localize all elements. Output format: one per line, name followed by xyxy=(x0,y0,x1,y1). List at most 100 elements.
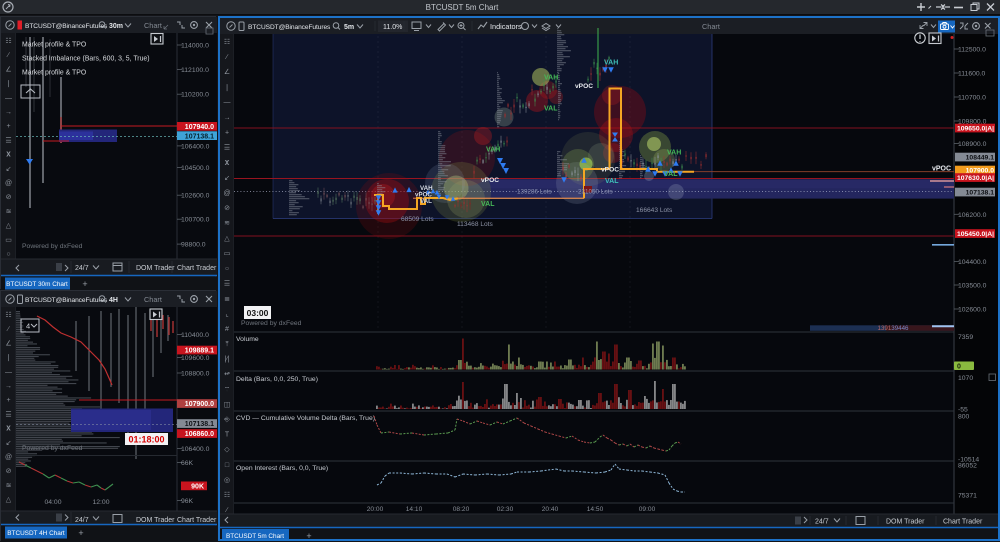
svg-text:∠: ∠ xyxy=(224,68,230,76)
svg-text:Chart: Chart xyxy=(144,21,162,30)
svg-text:Delta (Bars, 0,0, 250, True): Delta (Bars, 0,0, 250, True) xyxy=(236,376,318,383)
svg-text:111600.0: 111600.0 xyxy=(958,71,986,78)
svg-text:Volume: Volume xyxy=(236,336,259,343)
svg-text:20:00: 20:00 xyxy=(367,506,384,513)
svg-text:20:40: 20:40 xyxy=(542,506,559,513)
svg-text:98800.0: 98800.0 xyxy=(181,242,206,249)
svg-text:109889.1: 109889.1 xyxy=(185,348,214,355)
svg-text:Indicators: Indicators xyxy=(490,22,522,31)
svg-text:𝚾: 𝚾 xyxy=(6,151,11,159)
svg-text:VAH: VAH xyxy=(667,150,681,157)
svg-text:❘: ❘ xyxy=(6,80,12,88)
svg-text:+: + xyxy=(6,123,10,130)
svg-text:BTCUSDT@BinanceFutures: BTCUSDT@BinanceFutures xyxy=(25,23,108,30)
svg-text:108449.1: 108449.1 xyxy=(966,155,995,162)
svg-text:☰: ☰ xyxy=(5,411,11,418)
svg-text:108900.0: 108900.0 xyxy=(958,141,987,148)
svg-text:⤒: ⤒ xyxy=(225,341,228,348)
svg-text:110700.0: 110700.0 xyxy=(958,95,986,102)
svg-text:DOM Trader: DOM Trader xyxy=(136,265,175,272)
svg-text:@: @ xyxy=(5,454,12,461)
svg-text:02:30: 02:30 xyxy=(497,506,514,513)
svg-text:96K: 96K xyxy=(181,498,194,505)
svg-text:VAL: VAL xyxy=(605,178,619,185)
svg-text:Market profile & TPO: Market profile & TPO xyxy=(22,70,87,77)
svg-text:106200.0: 106200.0 xyxy=(958,212,987,219)
svg-text:106400.0: 106400.0 xyxy=(181,143,210,150)
svg-text:114000.0: 114000.0 xyxy=(181,43,209,50)
svg-text:04:00: 04:00 xyxy=(44,499,61,506)
svg-text:❘: ❘ xyxy=(224,83,230,91)
svg-text:BTCUSDT 5m Chart: BTCUSDT 5m Chart xyxy=(426,3,500,12)
svg-text:☰: ☰ xyxy=(5,137,11,144)
svg-text:○: ○ xyxy=(225,266,229,273)
svg-text:75371: 75371 xyxy=(958,493,977,500)
svg-text:☰: ☰ xyxy=(224,145,230,152)
svg-text:112100.0: 112100.0 xyxy=(181,67,209,74)
svg-text:BTCUSDT 30m Chart: BTCUSDT 30m Chart xyxy=(6,281,68,288)
svg-text:7359: 7359 xyxy=(958,334,973,341)
svg-text:▭: ▭ xyxy=(224,250,231,257)
svg-text:𝚾: 𝚾 xyxy=(6,425,11,433)
svg-text:☰: ☰ xyxy=(224,281,230,288)
svg-text:01:18:00: 01:18:00 xyxy=(128,435,164,445)
svg-text:Chart Trader: Chart Trader xyxy=(177,265,217,272)
svg-text:24/7: 24/7 xyxy=(75,517,89,524)
svg-text:☷: ☷ xyxy=(5,312,11,319)
svg-text:—: — xyxy=(5,95,12,102)
svg-text:+: + xyxy=(306,531,311,539)
svg-text:Powered by dxFeed: Powered by dxFeed xyxy=(241,320,302,327)
svg-text:BTCUSDT@BinanceFutures: BTCUSDT@BinanceFutures xyxy=(248,24,331,31)
svg-text:△: △ xyxy=(224,235,230,242)
svg-text:107138.1: 107138.1 xyxy=(185,133,214,140)
svg-text:↙: ↙ xyxy=(6,440,12,447)
svg-text:≣: ≣ xyxy=(224,294,230,303)
svg-text:4H: 4H xyxy=(109,297,118,304)
svg-text:102600.0: 102600.0 xyxy=(181,193,210,200)
svg-text:107900.0: 107900.0 xyxy=(185,401,214,408)
svg-text:vPOC: vPOC xyxy=(932,166,951,173)
svg-text:08:20: 08:20 xyxy=(453,506,470,513)
svg-text:86052: 86052 xyxy=(958,463,977,470)
svg-text:0: 0 xyxy=(957,363,961,370)
svg-text:vPOC: vPOC xyxy=(601,167,619,174)
svg-text:Market profile & TPO: Market profile & TPO xyxy=(22,42,87,49)
svg-text:Chart Trader: Chart Trader xyxy=(177,517,217,524)
svg-text:112500.0: 112500.0 xyxy=(958,47,986,54)
svg-text:∠: ∠ xyxy=(5,339,11,347)
svg-text:24/7: 24/7 xyxy=(75,265,89,272)
svg-text:1070: 1070 xyxy=(958,375,973,382)
svg-text:VAL: VAL xyxy=(544,106,558,113)
svg-text:⌞: ⌞ xyxy=(225,311,228,318)
svg-text:+: + xyxy=(6,397,10,404)
svg-text:—: — xyxy=(224,99,231,106)
svg-text:→: → xyxy=(5,109,12,116)
svg-text:24/7: 24/7 xyxy=(815,519,829,526)
svg-text:◇: ◇ xyxy=(224,447,230,454)
svg-text:△: △ xyxy=(6,223,12,230)
svg-text:VAH: VAH xyxy=(544,75,558,82)
svg-text:◎: ◎ xyxy=(224,477,230,484)
svg-text:BTCUSDT 4H Chart: BTCUSDT 4H Chart xyxy=(7,530,65,537)
svg-text:≋: ≋ xyxy=(224,220,230,227)
svg-text:68509 Lots: 68509 Lots xyxy=(401,216,434,223)
svg-text:66K: 66K xyxy=(181,460,194,467)
svg-text:104500.0: 104500.0 xyxy=(181,165,210,172)
svg-text:⌔: ⌔ xyxy=(224,386,231,393)
svg-text:∠: ∠ xyxy=(5,65,11,73)
svg-text:Powered by dxFeed: Powered by dxFeed xyxy=(22,445,83,452)
svg-text:→: → xyxy=(224,115,231,122)
svg-text:❘: ❘ xyxy=(6,354,12,362)
svg-text:106860.0: 106860.0 xyxy=(185,431,214,438)
svg-text:105450.0|A|: 105450.0|A| xyxy=(957,231,994,238)
svg-text:BTCUSDT 5m Chart: BTCUSDT 5m Chart xyxy=(226,533,284,539)
svg-text:Chart: Chart xyxy=(144,295,162,304)
svg-text:▭: ▭ xyxy=(5,237,12,244)
svg-text:30m: 30m xyxy=(109,23,123,30)
svg-text:+: + xyxy=(78,528,83,538)
svg-text:4: 4 xyxy=(26,322,30,331)
svg-text:◫: ◫ xyxy=(224,401,231,408)
svg-text:166643 Lots: 166643 Lots xyxy=(636,207,673,214)
svg-text:113468 Lots: 113468 Lots xyxy=(457,221,494,228)
svg-text:+: + xyxy=(82,279,87,289)
